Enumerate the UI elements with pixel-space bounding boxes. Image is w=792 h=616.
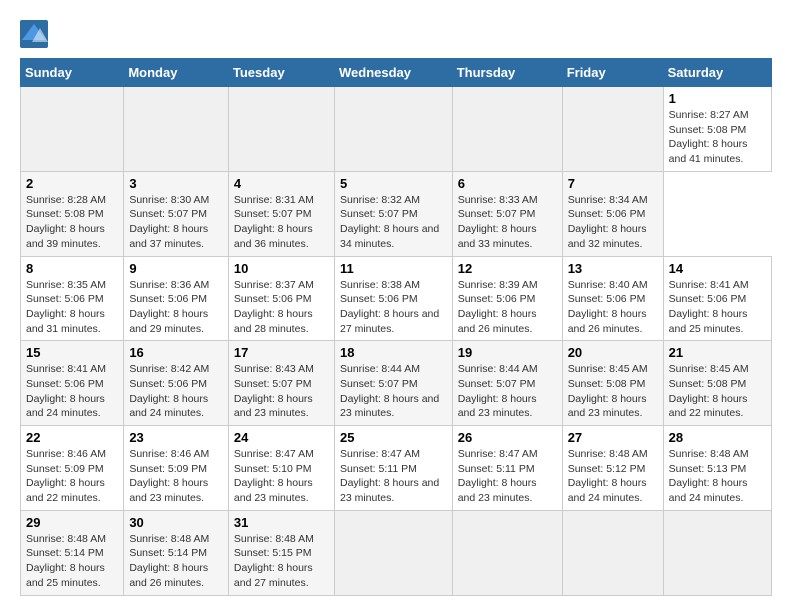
calendar-day: 24Sunrise: 8:47 AMSunset: 5:10 PMDayligh… bbox=[228, 426, 334, 511]
calendar-day: 13Sunrise: 8:40 AMSunset: 5:06 PMDayligh… bbox=[562, 256, 663, 341]
calendar-day: 18Sunrise: 8:44 AMSunset: 5:07 PMDayligh… bbox=[334, 341, 452, 426]
day-of-week-header: Wednesday bbox=[334, 59, 452, 87]
calendar-day: 19Sunrise: 8:44 AMSunset: 5:07 PMDayligh… bbox=[452, 341, 562, 426]
calendar-day: 3Sunrise: 8:30 AMSunset: 5:07 PMDaylight… bbox=[124, 171, 229, 256]
calendar-day: 8Sunrise: 8:35 AMSunset: 5:06 PMDaylight… bbox=[21, 256, 124, 341]
empty-cell bbox=[228, 87, 334, 172]
empty-cell bbox=[452, 510, 562, 595]
calendar-day: 14Sunrise: 8:41 AMSunset: 5:06 PMDayligh… bbox=[663, 256, 771, 341]
empty-cell bbox=[663, 510, 771, 595]
empty-cell bbox=[334, 510, 452, 595]
calendar-day: 2Sunrise: 8:28 AMSunset: 5:08 PMDaylight… bbox=[21, 171, 124, 256]
calendar-day: 6Sunrise: 8:33 AMSunset: 5:07 PMDaylight… bbox=[452, 171, 562, 256]
calendar-day: 23Sunrise: 8:46 AMSunset: 5:09 PMDayligh… bbox=[124, 426, 229, 511]
calendar-day: 25Sunrise: 8:47 AMSunset: 5:11 PMDayligh… bbox=[334, 426, 452, 511]
calendar-table: SundayMondayTuesdayWednesdayThursdayFrid… bbox=[20, 58, 772, 596]
calendar-day: 17Sunrise: 8:43 AMSunset: 5:07 PMDayligh… bbox=[228, 341, 334, 426]
calendar-day: 21Sunrise: 8:45 AMSunset: 5:08 PMDayligh… bbox=[663, 341, 771, 426]
calendar-day: 1Sunrise: 8:27 AMSunset: 5:08 PMDaylight… bbox=[663, 87, 771, 172]
calendar-day: 28Sunrise: 8:48 AMSunset: 5:13 PMDayligh… bbox=[663, 426, 771, 511]
calendar-day: 4Sunrise: 8:31 AMSunset: 5:07 PMDaylight… bbox=[228, 171, 334, 256]
calendar-day: 15Sunrise: 8:41 AMSunset: 5:06 PMDayligh… bbox=[21, 341, 124, 426]
logo-icon bbox=[20, 20, 48, 48]
calendar-day: 11Sunrise: 8:38 AMSunset: 5:06 PMDayligh… bbox=[334, 256, 452, 341]
calendar-day: 5Sunrise: 8:32 AMSunset: 5:07 PMDaylight… bbox=[334, 171, 452, 256]
page-header bbox=[20, 20, 772, 48]
calendar-day: 20Sunrise: 8:45 AMSunset: 5:08 PMDayligh… bbox=[562, 341, 663, 426]
empty-cell bbox=[452, 87, 562, 172]
calendar-day: 7Sunrise: 8:34 AMSunset: 5:06 PMDaylight… bbox=[562, 171, 663, 256]
calendar-day: 30Sunrise: 8:48 AMSunset: 5:14 PMDayligh… bbox=[124, 510, 229, 595]
calendar-day: 9Sunrise: 8:36 AMSunset: 5:06 PMDaylight… bbox=[124, 256, 229, 341]
empty-cell bbox=[21, 87, 124, 172]
calendar-day: 10Sunrise: 8:37 AMSunset: 5:06 PMDayligh… bbox=[228, 256, 334, 341]
empty-cell bbox=[334, 87, 452, 172]
calendar-day: 27Sunrise: 8:48 AMSunset: 5:12 PMDayligh… bbox=[562, 426, 663, 511]
day-of-week-header: Monday bbox=[124, 59, 229, 87]
calendar-day: 16Sunrise: 8:42 AMSunset: 5:06 PMDayligh… bbox=[124, 341, 229, 426]
calendar-day: 26Sunrise: 8:47 AMSunset: 5:11 PMDayligh… bbox=[452, 426, 562, 511]
day-of-week-header: Sunday bbox=[21, 59, 124, 87]
empty-cell bbox=[562, 510, 663, 595]
day-of-week-header: Tuesday bbox=[228, 59, 334, 87]
calendar-day: 22Sunrise: 8:46 AMSunset: 5:09 PMDayligh… bbox=[21, 426, 124, 511]
empty-cell bbox=[124, 87, 229, 172]
day-of-week-header: Friday bbox=[562, 59, 663, 87]
logo bbox=[20, 20, 52, 48]
day-of-week-header: Thursday bbox=[452, 59, 562, 87]
day-of-week-header: Saturday bbox=[663, 59, 771, 87]
calendar-day: 12Sunrise: 8:39 AMSunset: 5:06 PMDayligh… bbox=[452, 256, 562, 341]
empty-cell bbox=[562, 87, 663, 172]
calendar-day: 31Sunrise: 8:48 AMSunset: 5:15 PMDayligh… bbox=[228, 510, 334, 595]
calendar-day: 29Sunrise: 8:48 AMSunset: 5:14 PMDayligh… bbox=[21, 510, 124, 595]
